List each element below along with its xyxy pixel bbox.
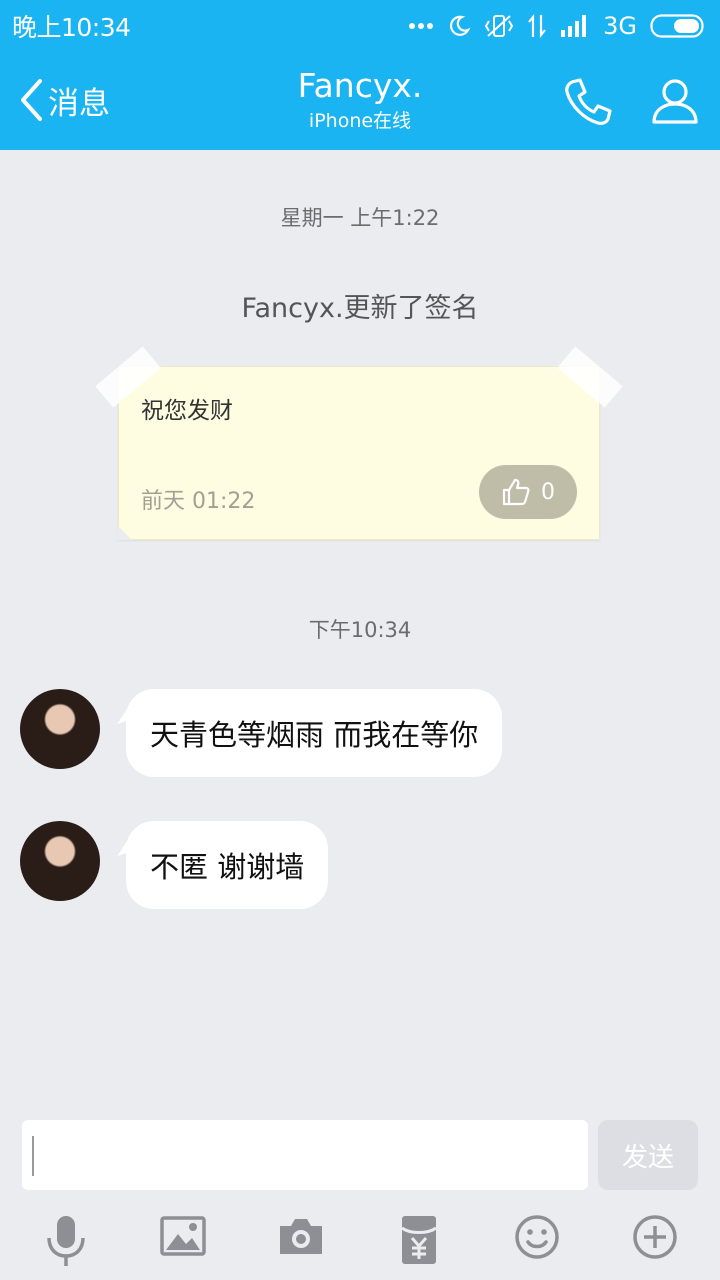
signature-text: 祝您发财 — [141, 398, 233, 424]
message-text: 不匿 谢谢墙 — [150, 850, 305, 884]
chat-header: 消息 Fancyx. iPhone在线 — [0, 52, 720, 150]
corner-fold — [118, 526, 132, 540]
text-caret — [32, 1136, 34, 1176]
timestamp: 星期一 上午1:22 — [280, 206, 440, 230]
network-label: 3G — [603, 12, 637, 40]
camera-icon — [280, 1219, 322, 1254]
profile-button[interactable] — [650, 76, 700, 130]
input-toolbar — [0, 1214, 720, 1268]
signature-notice: Fancyx.更新了签名 — [241, 293, 479, 324]
photo-button[interactable] — [160, 1214, 206, 1262]
voice-button[interactable] — [44, 1214, 88, 1272]
signature-date: 前天 01:22 — [141, 489, 256, 514]
plus-icon — [633, 1215, 677, 1259]
emoji-button[interactable] — [514, 1214, 560, 1264]
like-count: 0 — [541, 479, 555, 505]
call-button[interactable] — [562, 76, 614, 132]
back-label: 消息 — [48, 85, 110, 122]
input-bar: 发送 — [0, 1110, 720, 1280]
data-arrows-icon — [528, 13, 546, 39]
avatar[interactable] — [20, 689, 100, 769]
thumbs-up-icon — [502, 478, 530, 506]
message-bubble[interactable]: 不匿 谢谢墙 — [111, 821, 329, 909]
like-button[interactable]: 0 — [479, 465, 577, 519]
contact-title: Fancyx. iPhone在线 — [200, 66, 520, 134]
battery-icon — [650, 14, 704, 38]
signal-icon — [561, 15, 587, 37]
message-bubble[interactable]: 天青色等烟雨 而我在等你 — [111, 689, 503, 777]
camera-button[interactable] — [278, 1214, 324, 1262]
status-bar: 晚上10:34 3G — [0, 0, 720, 52]
contact-status: iPhone在线 — [308, 110, 412, 132]
contact-name: Fancyx. — [297, 66, 423, 105]
microphone-icon — [47, 1216, 85, 1266]
signature-card[interactable]: 祝您发财 前天 01:22 0 — [95, 346, 623, 540]
chevron-left-icon — [21, 79, 42, 121]
more-button[interactable] — [632, 1214, 678, 1264]
moon-icon — [450, 15, 471, 36]
vibrate-off-icon — [484, 15, 514, 37]
red-packet-button[interactable] — [400, 1214, 438, 1270]
status-icons: 3G — [408, 8, 706, 44]
avatar[interactable] — [20, 821, 100, 901]
tape-decoration — [557, 346, 623, 408]
more-dots-icon — [409, 23, 434, 29]
bubble-tail — [111, 832, 139, 856]
emoji-icon — [515, 1215, 559, 1259]
back-button[interactable]: 消息 — [18, 78, 110, 122]
message-text: 天青色等烟雨 而我在等你 — [150, 718, 479, 752]
phone-icon — [565, 78, 612, 125]
image-icon — [160, 1216, 206, 1256]
message-input[interactable] — [22, 1120, 588, 1190]
person-icon — [652, 79, 698, 124]
timestamp: 下午10:34 — [308, 618, 412, 642]
bubble-tail — [111, 700, 139, 724]
red-packet-icon — [401, 1216, 437, 1264]
status-time: 晚上10:34 — [12, 13, 131, 42]
send-button[interactable]: 发送 — [598, 1120, 698, 1190]
